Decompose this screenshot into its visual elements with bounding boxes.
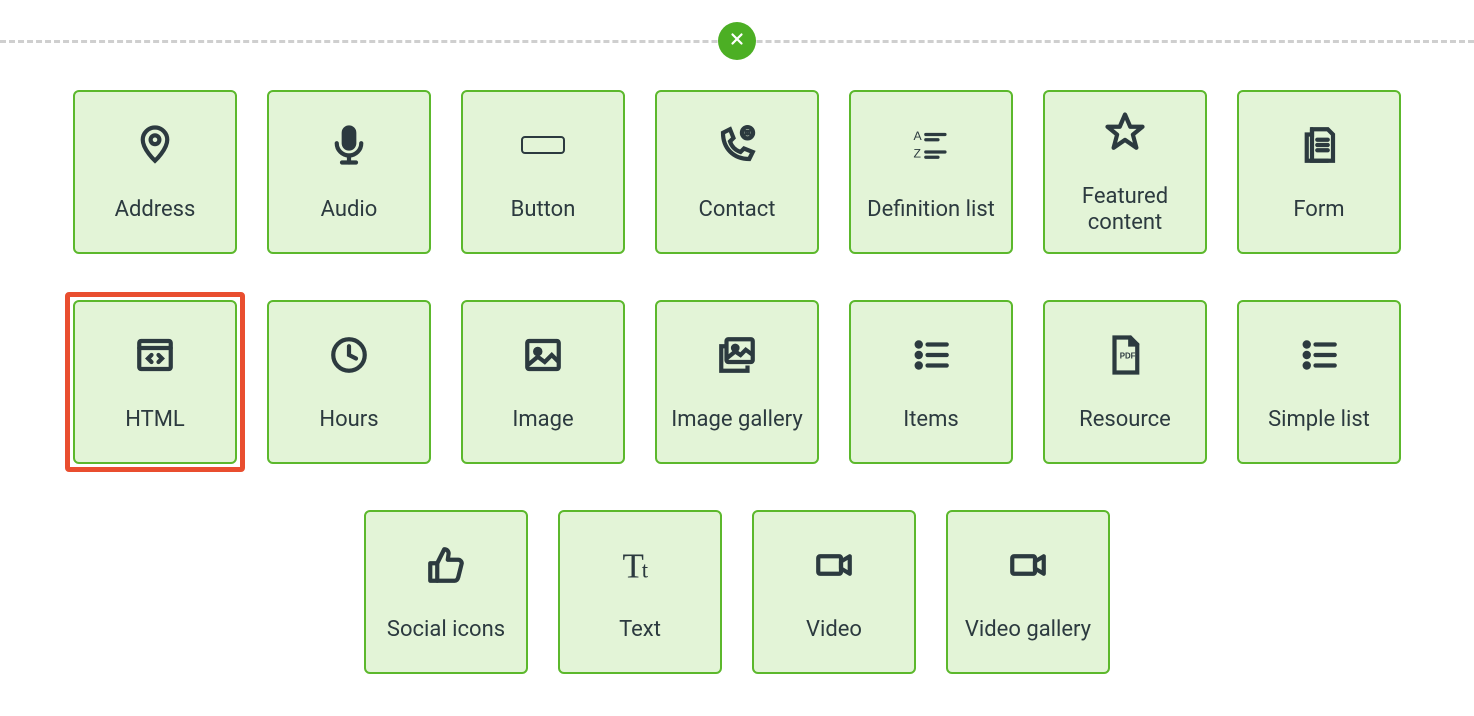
component-row: HTML Hours Image Image gallery Items PDF Resou… (65, 292, 1409, 472)
tile-wrap: Contact (647, 82, 827, 262)
tile-label: Featured content (1051, 184, 1199, 237)
tile-label: Address (115, 197, 196, 223)
svg-text:Z: Z (914, 146, 922, 160)
tile-wrap: Audio (259, 82, 439, 262)
bullet-list-icon (1298, 331, 1340, 379)
component-tile-items[interactable]: Items (849, 300, 1013, 464)
component-tile-text[interactable]: Tt Text (558, 510, 722, 674)
tile-label: Items (903, 407, 959, 433)
svg-text:t: t (642, 557, 649, 582)
component-tile-form[interactable]: Form (1237, 90, 1401, 254)
svg-text:A: A (914, 129, 923, 143)
component-tile-video[interactable]: Video (752, 510, 916, 674)
component-tile-resource[interactable]: PDF Resource (1043, 300, 1207, 464)
phone-chat-icon (716, 121, 758, 169)
tile-label: Video gallery (965, 617, 1091, 643)
tile-label: Contact (699, 197, 776, 223)
highlighted-tile-wrap: HTML (65, 292, 245, 472)
image-icon (522, 331, 564, 379)
tile-wrap: Form (1229, 82, 1409, 262)
component-tile-image-gallery[interactable]: Image gallery (655, 300, 819, 464)
tile-label: Video (806, 617, 862, 643)
tile-wrap: AZ Definition list (841, 82, 1021, 262)
tile-wrap: Image (453, 292, 633, 472)
component-tile-audio[interactable]: Audio (267, 90, 431, 254)
tile-wrap: Video gallery (938, 502, 1118, 682)
tile-wrap: Items (841, 292, 1021, 472)
component-tile-button[interactable]: Button (461, 90, 625, 254)
pdf-doc-icon: PDF (1104, 331, 1146, 379)
tile-label: HTML (125, 407, 185, 433)
image-stack-icon (716, 331, 758, 379)
tile-wrap: Hours (259, 292, 439, 472)
component-row: Social icons Tt Text Video Video gallery (356, 502, 1118, 682)
az-list-icon: AZ (910, 121, 952, 169)
tile-label: Social icons (387, 617, 505, 643)
star-icon (1104, 108, 1146, 156)
button-shape-icon (521, 121, 565, 169)
tile-label: Definition list (867, 197, 995, 223)
tile-wrap: Video (744, 502, 924, 682)
component-tile-image[interactable]: Image (461, 300, 625, 464)
component-tile-address[interactable]: Address (73, 90, 237, 254)
component-tile-definition-list[interactable]: AZ Definition list (849, 90, 1013, 254)
form-doc-icon (1298, 121, 1340, 169)
thumbs-up-icon (425, 541, 467, 589)
tile-label: Image (512, 407, 573, 433)
component-grid: Address Audio Button Contact AZ Definition li… (0, 82, 1474, 682)
tile-wrap: Image gallery (647, 292, 827, 472)
component-tile-html[interactable]: HTML (73, 300, 237, 464)
clock-icon (328, 331, 370, 379)
tile-label: Resource (1079, 407, 1171, 433)
tile-wrap: Social icons (356, 502, 536, 682)
tt-icon: Tt (619, 541, 661, 589)
svg-text:T: T (623, 546, 644, 585)
component-tile-featured-content[interactable]: Featured content (1043, 90, 1207, 254)
tile-label: Audio (321, 197, 378, 223)
tile-label: Hours (319, 407, 378, 433)
video-cam-icon (1007, 541, 1049, 589)
bullet-list-icon (910, 331, 952, 379)
pin-icon (134, 121, 176, 169)
component-tile-hours[interactable]: Hours (267, 300, 431, 464)
tile-wrap: Address (65, 82, 245, 262)
component-tile-video-gallery[interactable]: Video gallery (946, 510, 1110, 674)
video-cam-icon (813, 541, 855, 589)
tile-label: Button (511, 197, 576, 223)
close-button[interactable] (718, 22, 756, 60)
svg-text:PDF: PDF (1120, 351, 1136, 360)
code-window-icon (134, 331, 176, 379)
component-tile-social-icons[interactable]: Social icons (364, 510, 528, 674)
tile-label: Image gallery (671, 407, 802, 433)
tile-wrap: Simple list (1229, 292, 1409, 472)
tile-wrap: Featured content (1035, 82, 1215, 262)
mic-icon (328, 121, 370, 169)
tile-wrap: Button (453, 82, 633, 262)
close-icon (728, 30, 746, 52)
tile-wrap: PDF Resource (1035, 292, 1215, 472)
tile-label: Form (1293, 197, 1344, 223)
tile-label: Text (619, 617, 661, 643)
tile-wrap: Tt Text (550, 502, 730, 682)
component-tile-contact[interactable]: Contact (655, 90, 819, 254)
component-tile-simple-list[interactable]: Simple list (1237, 300, 1401, 464)
tile-label: Simple list (1268, 407, 1370, 433)
component-row: Address Audio Button Contact AZ Definition li… (65, 82, 1409, 262)
